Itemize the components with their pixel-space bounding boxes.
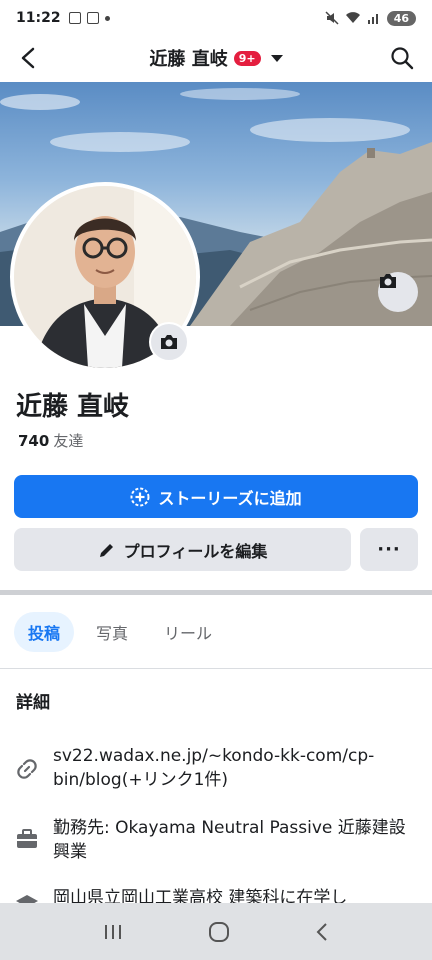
pencil-icon bbox=[99, 543, 113, 557]
workplace-text: 勤務先: Okayama Neutral Passive 近藤建設興業 bbox=[53, 818, 406, 862]
status-right-icons: 46 bbox=[325, 10, 416, 26]
avatar-camera-button[interactable] bbox=[149, 322, 189, 362]
add-to-story-label: ストーリーズに追加 bbox=[158, 488, 302, 508]
battery-icon: 46 bbox=[386, 10, 416, 26]
wifi-icon bbox=[345, 12, 360, 23]
chevron-down-icon bbox=[270, 54, 283, 62]
friend-count-value: 740 bbox=[18, 432, 50, 450]
friend-count-label: 友達 bbox=[53, 432, 84, 450]
tab-photos[interactable]: 写真 bbox=[82, 612, 142, 652]
profile-switcher[interactable]: 近藤 直岐 9+ bbox=[149, 45, 283, 71]
search-icon bbox=[391, 47, 414, 70]
briefcase-icon bbox=[14, 826, 40, 852]
link-icon bbox=[14, 756, 40, 782]
section-divider bbox=[0, 590, 432, 595]
profile-name: 近藤 直岐 bbox=[16, 392, 130, 422]
recent-apps-icon[interactable] bbox=[102, 922, 124, 942]
add-to-story-button[interactable]: ストーリーズに追加 bbox=[14, 475, 418, 518]
search-button[interactable] bbox=[388, 44, 416, 72]
tab-reels[interactable]: リール bbox=[150, 612, 226, 652]
camera-icon bbox=[380, 274, 396, 288]
edit-profile-button[interactable]: プロフィールを編集 bbox=[14, 528, 351, 571]
camera-icon bbox=[161, 335, 177, 349]
tab-posts[interactable]: 投稿 bbox=[14, 612, 75, 652]
website-link[interactable]: sv22.wadax.ne.jp/~kondo-kk-com/cp-bin/bl… bbox=[53, 744, 413, 792]
back-button[interactable] bbox=[14, 44, 42, 72]
status-left-icons bbox=[68, 12, 110, 24]
home-icon[interactable] bbox=[207, 920, 231, 944]
back-arrow-icon bbox=[21, 47, 35, 69]
back-nav-icon[interactable] bbox=[314, 921, 330, 943]
more-dots-icon: ··· bbox=[377, 539, 401, 560]
mute-icon bbox=[325, 11, 339, 25]
more-options-button[interactable]: ··· bbox=[360, 528, 418, 571]
add-circle-icon bbox=[130, 487, 150, 506]
notification-icon bbox=[86, 12, 99, 24]
notification-badge: 9+ bbox=[233, 50, 261, 66]
screenshot-icon bbox=[68, 12, 81, 24]
status-time: 11:22 bbox=[16, 10, 61, 26]
profile-tabs: 投稿 写真 リール bbox=[14, 612, 226, 652]
page-title: 近藤 直岐 bbox=[149, 49, 228, 70]
friend-count[interactable]: 740 友達 bbox=[18, 430, 83, 451]
top-bar: 近藤 直岐 9+ bbox=[0, 36, 432, 80]
details-heading: 詳細 bbox=[16, 693, 50, 713]
tabs-divider bbox=[0, 668, 432, 669]
edit-profile-label: プロフィールを編集 bbox=[123, 541, 268, 561]
system-nav-bar bbox=[0, 903, 432, 960]
signal-icon bbox=[367, 14, 378, 24]
cover-camera-button[interactable] bbox=[378, 272, 418, 312]
status-bar: 11:22 46 bbox=[0, 0, 432, 36]
more-notifications-icon bbox=[104, 15, 110, 21]
